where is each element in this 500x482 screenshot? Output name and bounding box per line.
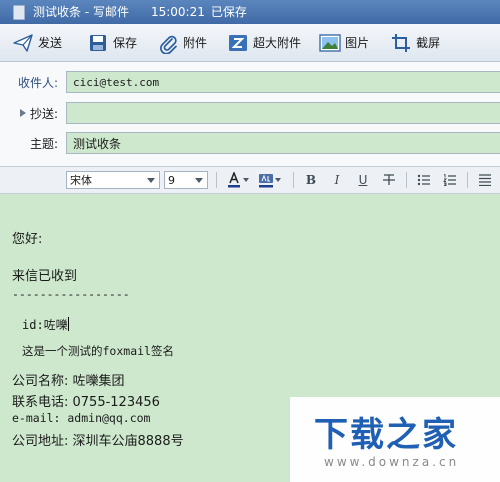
cc-label: 抄送: xyxy=(29,107,58,121)
send-icon xyxy=(13,33,33,52)
cc-field[interactable] xyxy=(66,102,500,124)
subject-row: 主题: 测试收条 xyxy=(0,132,500,156)
big-attachment-icon xyxy=(229,34,248,51)
expand-arrow-icon[interactable] xyxy=(19,109,26,117)
underline-icon[interactable]: U xyxy=(352,170,374,190)
save-icon xyxy=(90,34,107,51)
to-field[interactable]: cici@test.com xyxy=(66,71,500,93)
numbered-list-icon[interactable] xyxy=(439,170,461,190)
font-family-select[interactable]: 宋体 xyxy=(66,171,160,189)
subject-label: 主题: xyxy=(29,137,58,151)
bullet-list-icon[interactable] xyxy=(413,170,435,190)
save-label: 保存 xyxy=(113,36,138,50)
save-button[interactable]: 保存 xyxy=(87,28,137,58)
signature-divider: ----------------- xyxy=(12,287,130,301)
signature-phone: 联系电话: 0755-123456 xyxy=(12,395,160,410)
align-icon[interactable] xyxy=(474,170,496,190)
picture-label: 图片 xyxy=(345,36,370,50)
divider xyxy=(406,172,407,188)
body-line: 来信已收到 xyxy=(12,269,78,284)
cc-label-wrap[interactable]: 抄送: xyxy=(0,102,58,126)
text-color-button[interactable] xyxy=(223,170,245,190)
highlight-button[interactable] xyxy=(255,170,277,190)
big-attachment-label: 超大附件 xyxy=(253,36,302,50)
font-size-select[interactable]: 9 xyxy=(164,171,208,189)
highlight-icon xyxy=(259,174,273,188)
screenshot-icon xyxy=(392,33,411,52)
divider xyxy=(293,172,294,188)
strikethrough-icon[interactable] xyxy=(378,170,400,190)
mail-header-fields: 收件人: cici@test.com 抄送: 主题: 测试收条 xyxy=(0,62,500,167)
compose-window-icon xyxy=(13,4,25,20)
screenshot-label: 截屏 xyxy=(416,36,441,50)
window-title-bar: 测试收条 - 写邮件 15:00:21 已保存 xyxy=(0,0,500,24)
signature-email: e-mail: admin@qq.com xyxy=(12,411,151,425)
attach-button[interactable]: 附件 xyxy=(157,28,207,58)
send-button[interactable]: 发送 xyxy=(12,28,62,58)
compose-toolbar: 发送 保存 附件 超大附件 图片 截屏 xyxy=(0,24,500,62)
signature-id: id:咗嚛 xyxy=(22,318,68,332)
font-size-value: 9 xyxy=(168,174,175,187)
chevron-down-icon xyxy=(147,178,155,183)
chevron-down-icon xyxy=(195,178,203,183)
divider xyxy=(216,172,217,188)
strikethrough-glyph xyxy=(383,174,395,185)
subject-field[interactable]: 测试收条 xyxy=(66,132,500,154)
picture-icon xyxy=(319,33,341,52)
signature-id-line: id:咗嚛 xyxy=(22,316,69,333)
font-family-value: 宋体 xyxy=(70,174,92,187)
highlight-dropdown-icon[interactable] xyxy=(275,178,281,182)
text-cursor xyxy=(67,317,69,331)
align-glyph xyxy=(479,174,491,186)
screenshot-button[interactable]: 截屏 xyxy=(390,28,440,58)
bold-icon[interactable]: B xyxy=(300,170,322,190)
divider xyxy=(467,172,468,188)
picture-button[interactable]: 图片 xyxy=(319,28,369,58)
cc-row: 抄送: xyxy=(0,102,500,126)
site-watermark: 下载之家 www.downza.cn xyxy=(290,397,500,482)
signature-text: 这是一个测试的foxmail签名 xyxy=(22,344,174,358)
paperclip-icon xyxy=(160,35,177,54)
send-label: 发送 xyxy=(38,36,63,50)
window-title: 测试收条 - 写邮件 xyxy=(33,5,129,19)
save-time: 15:00:21 xyxy=(150,5,205,19)
watermark-logo-text: 下载之家 xyxy=(314,415,458,455)
to-label[interactable]: 收件人: xyxy=(0,71,58,95)
italic-icon[interactable]: I xyxy=(326,170,348,190)
attach-label: 附件 xyxy=(183,36,208,50)
signature-company: 公司名称: 咗嚛集团 xyxy=(12,374,125,389)
watermark-url: www.downza.cn xyxy=(324,455,460,469)
big-attachment-button[interactable]: 超大附件 xyxy=(227,28,301,58)
to-row: 收件人: cici@test.com xyxy=(0,71,500,95)
save-status: 已保存 xyxy=(210,5,247,19)
bullet-list-glyph xyxy=(417,174,430,186)
text-color-dropdown-icon[interactable] xyxy=(243,178,249,182)
body-greeting: 您好: xyxy=(12,232,43,247)
format-toolbar: 宋体 9 B I U xyxy=(0,167,500,194)
signature-address: 公司地址: 深圳车公庙8888号 xyxy=(12,434,184,449)
text-color-icon xyxy=(228,172,240,188)
numbered-list-glyph xyxy=(443,174,456,186)
